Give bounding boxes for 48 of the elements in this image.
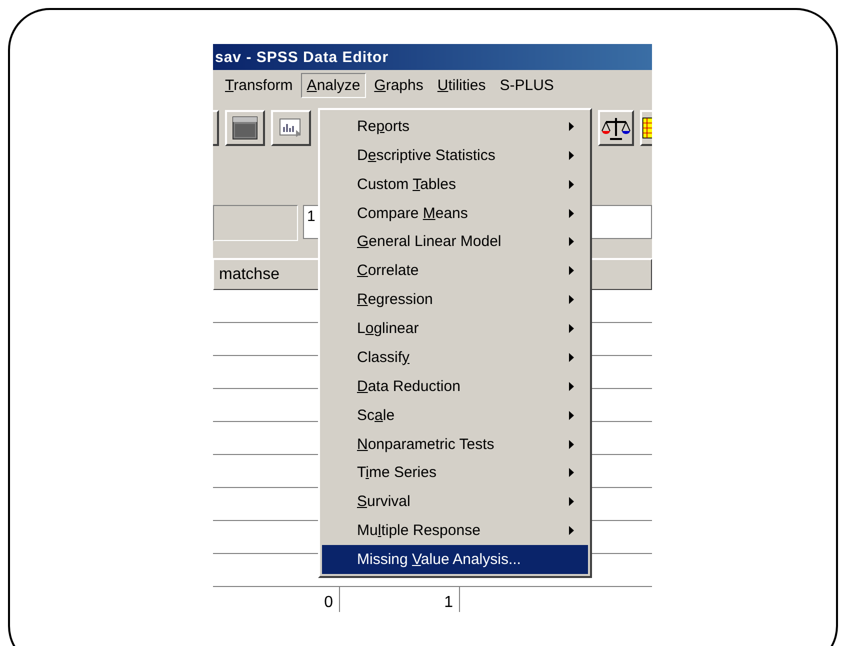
menu-item[interactable]: General Linear Model bbox=[322, 228, 588, 256]
submenu-arrow-icon bbox=[569, 440, 574, 449]
menu-item[interactable]: Loglinear bbox=[322, 314, 588, 343]
menu-item[interactable]: Missing Value Analysis... bbox=[322, 545, 588, 574]
submenu-arrow-icon bbox=[569, 150, 574, 160]
menu-item[interactable]: Classify bbox=[322, 343, 588, 372]
grid-icon bbox=[642, 115, 652, 141]
menu-item[interactable]: Descriptive Statistics bbox=[322, 140, 588, 170]
menu-item[interactable]: Scale bbox=[322, 400, 588, 430]
submenu-arrow-icon bbox=[569, 468, 574, 478]
submenu-arrow-icon bbox=[569, 324, 574, 334]
toolbar-button[interactable] bbox=[598, 110, 634, 146]
balance-scale-icon bbox=[601, 115, 631, 141]
menu-bar-item[interactable]: Transform bbox=[219, 72, 299, 98]
table-cell: 1 bbox=[444, 594, 453, 612]
menu-item[interactable]: Multiple Response bbox=[322, 516, 588, 546]
window-icon bbox=[232, 116, 258, 140]
chart-icon bbox=[279, 118, 303, 138]
submenu-arrow-icon bbox=[569, 295, 574, 304]
cell-value: 1 bbox=[307, 208, 316, 225]
menu-bar-item[interactable]: S-PLUS bbox=[494, 72, 560, 98]
menu-bar-item[interactable]: Graphs bbox=[368, 72, 430, 98]
menu-item[interactable]: Data Reduction bbox=[322, 372, 588, 401]
submenu-arrow-icon bbox=[569, 352, 574, 362]
table-cell: 0 bbox=[324, 594, 333, 612]
toolbar-button[interactable] bbox=[225, 110, 265, 146]
window-title: sav - SPSS Data Editor bbox=[215, 48, 389, 66]
menu-item[interactable]: Survival bbox=[322, 487, 588, 516]
submenu-arrow-icon bbox=[569, 180, 574, 189]
menu-item[interactable]: Time Series bbox=[322, 458, 588, 488]
menu-item[interactable]: Custom Tables bbox=[322, 170, 588, 199]
submenu-arrow-icon bbox=[569, 122, 574, 131]
toolbar-button[interactable] bbox=[213, 110, 219, 146]
toolbar-button[interactable] bbox=[640, 110, 652, 146]
menu-item[interactable]: Compare Means bbox=[322, 198, 588, 228]
menu-item[interactable]: Nonparametric Tests bbox=[322, 430, 588, 458]
submenu-arrow-icon bbox=[569, 208, 574, 218]
submenu-arrow-icon bbox=[569, 237, 574, 246]
submenu-arrow-icon bbox=[569, 526, 574, 536]
toolbar-button[interactable] bbox=[271, 110, 311, 146]
menu-bar-item[interactable]: Analyze bbox=[300, 72, 366, 98]
menu-bar-item[interactable]: Utilities bbox=[431, 72, 492, 98]
submenu-arrow-icon bbox=[569, 497, 574, 506]
cell-name-box[interactable] bbox=[213, 205, 298, 241]
submenu-arrow-icon bbox=[569, 266, 574, 276]
submenu-arrow-icon bbox=[569, 382, 574, 391]
submenu-arrow-icon bbox=[569, 410, 574, 420]
menu-item[interactable]: Reports bbox=[322, 112, 588, 141]
